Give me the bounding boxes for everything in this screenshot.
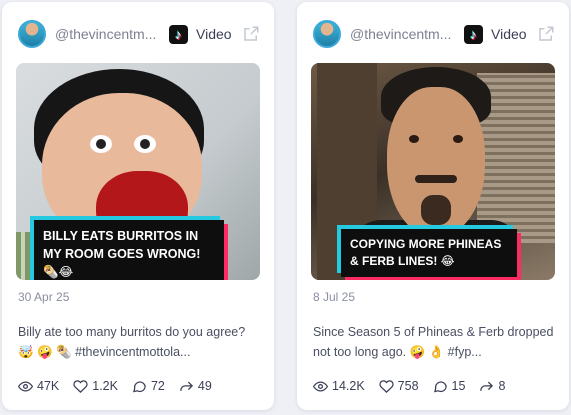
external-link-icon[interactable] xyxy=(537,25,555,43)
views-stat: 47K xyxy=(18,379,59,394)
post-type-label: Video xyxy=(491,26,527,42)
tiktok-icon: ♪ xyxy=(464,24,483,44)
heart-icon xyxy=(379,379,394,393)
card-header: @thevincentm... ♪ Video xyxy=(18,18,260,50)
views-count: 47K xyxy=(37,379,60,393)
puppet-eye-right xyxy=(134,135,156,153)
likes-count: 1.2K xyxy=(92,379,118,393)
post-card[interactable]: @thevincentm... ♪ Video BILLY EATS BURRI… xyxy=(2,2,274,410)
avatar[interactable] xyxy=(313,20,341,48)
eye-icon xyxy=(18,380,33,392)
post-type-label: Video xyxy=(196,26,232,42)
person-mustache xyxy=(415,175,457,183)
share-icon xyxy=(180,381,193,391)
person-eye-right xyxy=(453,135,463,143)
person-eye-left xyxy=(409,135,419,143)
external-link-icon[interactable] xyxy=(242,25,260,43)
comments-stat: 15 xyxy=(433,379,466,394)
caption-overlay: COPYING MORE PHINEAS & FERB LINES! 😂 xyxy=(341,229,517,277)
video-thumbnail[interactable]: COPYING MORE PHINEAS & FERB LINES! 😂 xyxy=(311,63,555,280)
tiktok-icon: ♪ xyxy=(169,24,188,44)
engagement-stats: 14.2K 758 15 8 xyxy=(313,377,559,395)
post-description: Billy ate too many burritos do you agree… xyxy=(18,325,246,359)
heart-icon xyxy=(73,379,88,393)
post-grid: @thevincentm... ♪ Video BILLY EATS BURRI… xyxy=(0,0,571,415)
comments-stat: 72 xyxy=(132,379,165,394)
post-date: 30 Apr 25 xyxy=(18,290,70,304)
share-icon xyxy=(480,381,494,391)
likes-stat: 1.2K xyxy=(73,379,118,394)
post-card[interactable]: @thevincentm... ♪ Video COPYING MORE PHI… xyxy=(297,2,569,410)
shares-stat: 49 xyxy=(179,379,212,394)
comments-count: 72 xyxy=(150,379,165,393)
likes-count: 758 xyxy=(397,379,419,393)
comments-count: 15 xyxy=(451,379,466,393)
views-stat: 14.2K xyxy=(313,379,365,394)
post-date: 8 Jul 25 xyxy=(313,290,356,304)
card-header: @thevincentm... ♪ Video xyxy=(313,18,555,50)
shares-count: 49 xyxy=(197,379,212,393)
puppet-eye-left xyxy=(90,135,112,153)
views-count: 14.2K xyxy=(332,379,365,393)
caption-overlay: BILLY EATS BURRITOS IN MY ROOM GOES WRON… xyxy=(34,220,224,280)
comment-icon xyxy=(433,380,447,392)
eye-icon xyxy=(313,380,328,392)
shares-count: 8 xyxy=(498,379,506,393)
likes-stat: 758 xyxy=(379,379,419,394)
avatar[interactable] xyxy=(18,20,46,48)
post-description: Since Season 5 of Phineas & Ferb dropped… xyxy=(313,325,554,359)
author-handle[interactable]: @thevincentm... xyxy=(350,26,454,42)
video-thumbnail[interactable]: BILLY EATS BURRITOS IN MY ROOM GOES WRON… xyxy=(16,63,260,280)
comment-icon xyxy=(132,380,146,392)
shares-stat: 8 xyxy=(479,379,505,394)
engagement-stats: 47K 1.2K 72 49 xyxy=(18,377,264,395)
person-goatee xyxy=(421,195,451,225)
author-handle[interactable]: @thevincentm... xyxy=(55,26,159,42)
